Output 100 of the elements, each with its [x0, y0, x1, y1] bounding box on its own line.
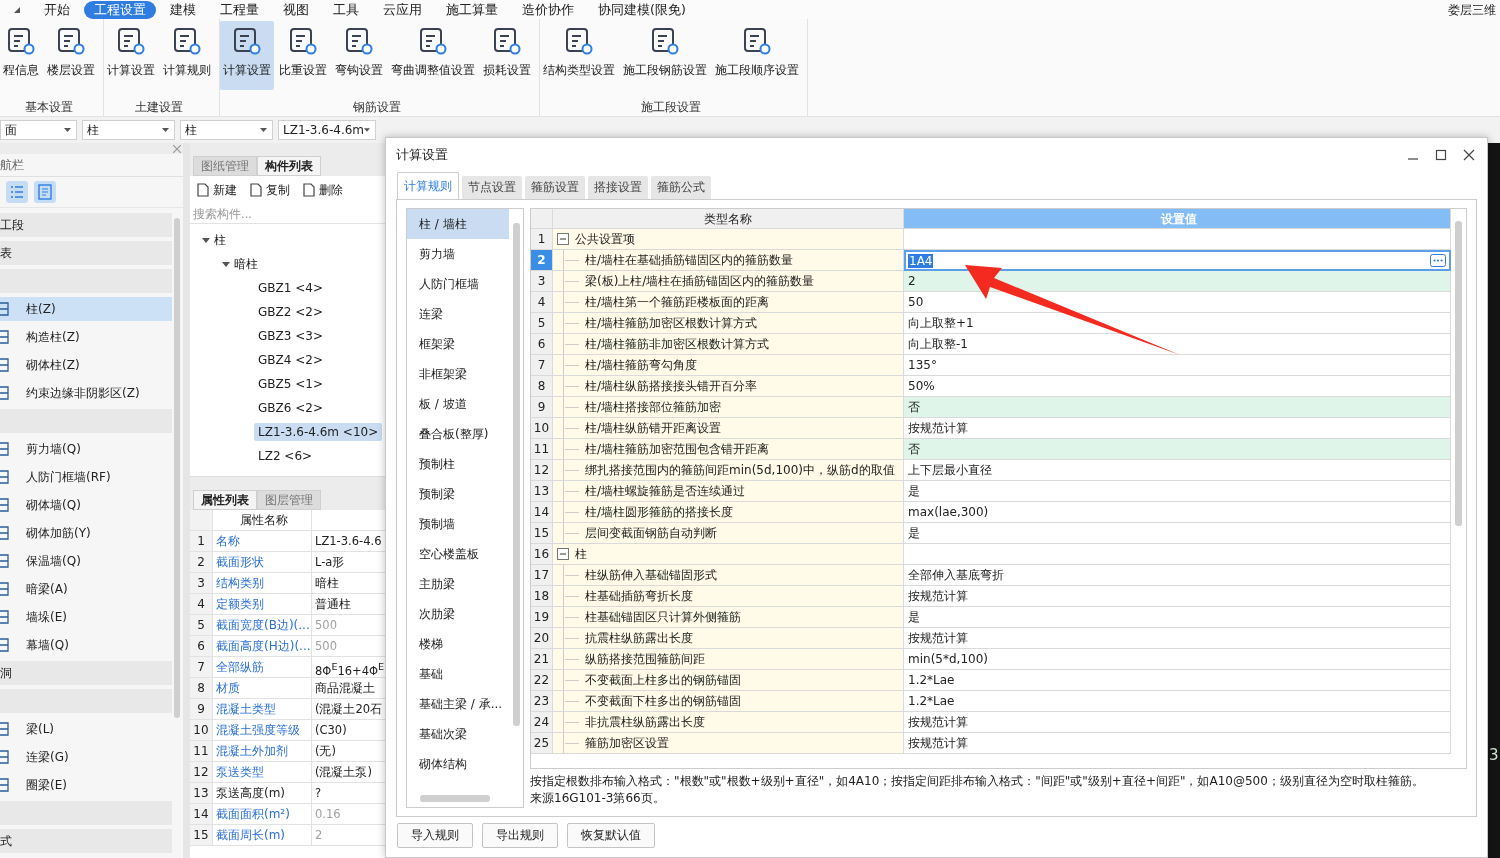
category-item[interactable]: 预制墙 [407, 509, 509, 539]
ribbon-button[interactable]: 结构类型设置 [540, 21, 618, 90]
ribbon-button[interactable]: 弯曲调整值设置 [388, 21, 478, 90]
table-row[interactable]: 5 柱/墙柱箍筋加密区根数计算方式 向上取整+1 [531, 313, 1451, 334]
table-row[interactable]: 10 柱/墙柱纵筋错开距离设置 按规范计算 [531, 418, 1451, 439]
tree-item[interactable]: GBZ1 <4> [254, 279, 327, 297]
setting-value[interactable]: 向上取整-1 [904, 334, 1451, 355]
category-band[interactable]: 洞 [0, 661, 172, 685]
ribbon-button[interactable]: 计算设置 [220, 21, 274, 90]
dialog-tab[interactable]: 搭接设置 [588, 176, 648, 199]
setting-value[interactable]: 按规范计算 [904, 586, 1451, 607]
nav-item[interactable]: 墙垛(E) [0, 605, 172, 629]
menu-tab[interactable]: 工具 [323, 0, 369, 19]
table-row[interactable]: 17 柱纵筋伸入基础锚固形式 全部伸入基底弯折 [531, 565, 1451, 586]
table-row[interactable]: 18 柱基础插筋弯折长度 按规范计算 [531, 586, 1451, 607]
dialog-button[interactable]: 导入规则 [397, 823, 473, 848]
setting-value[interactable]: 否 [904, 439, 1451, 460]
ribbon-button[interactable]: 比重设置 [276, 21, 330, 90]
setting-value[interactable]: 135° [904, 355, 1451, 376]
setting-value[interactable]: 1.2*Lae [904, 670, 1451, 691]
dialog-tab[interactable]: 箍筋公式 [651, 176, 711, 199]
table-row[interactable]: 7 柱/墙柱箍筋弯勾角度 135° [531, 355, 1451, 376]
ribbon-button[interactable]: 楼层设置 [44, 21, 98, 90]
caret-icon[interactable] [202, 236, 210, 244]
scrollbar[interactable] [513, 223, 520, 726]
collapse-icon[interactable] [557, 548, 569, 560]
tree-label[interactable]: 暗柱 [234, 255, 258, 273]
nav-item[interactable]: 剪力墙(Q) [0, 437, 172, 461]
table-row[interactable]: 4 柱/墙柱第一个箍筋距楼板面的距离 50 [531, 292, 1451, 313]
setting-value[interactable]: 2 [904, 271, 1451, 292]
nav-item[interactable]: 连梁(G) [0, 745, 172, 769]
category-band[interactable]: 工段 [0, 213, 172, 237]
setting-value[interactable]: 按规范计算 [904, 733, 1451, 754]
setting-value[interactable]: 是 [904, 607, 1451, 628]
category-item[interactable]: 框架梁 [407, 329, 509, 359]
setting-value[interactable]: 50% [904, 376, 1451, 397]
table-row[interactable]: 21 纵筋搭接范围箍筋间距 min(5*d,100) [531, 649, 1451, 670]
tree-item[interactable]: LZ1-3.6-4.6m <10> [254, 423, 383, 441]
nav-item[interactable]: 圈梁(E) [0, 773, 172, 797]
scrollbar[interactable] [174, 218, 180, 718]
setting-value[interactable]: 否 [904, 397, 1451, 418]
nav-item[interactable]: 砌体墙(Q) [0, 493, 172, 517]
nav-item[interactable]: 幕墙(Q) [0, 633, 172, 657]
nav-item[interactable]: 砌体柱(Z) [0, 353, 172, 377]
category-item[interactable]: 砌体结构 [407, 749, 509, 779]
ribbon-button[interactable]: 程信息 [0, 21, 42, 90]
tree-item[interactable]: GBZ2 <2> [254, 303, 327, 321]
table-row[interactable]: 14 柱/墙柱圆形箍筋的搭接长度 max(lae,300) [531, 502, 1451, 523]
view-label[interactable]: 娄层三维 [1448, 2, 1496, 19]
table-row[interactable]: 6 柱/墙柱箍筋非加密区根数计算方式 向上取整-1 [531, 334, 1451, 355]
ribbon-button[interactable]: 施工段钢筋设置 [620, 21, 710, 90]
nav-item[interactable]: 构造柱(Z) [0, 325, 172, 349]
panel-tab[interactable]: 属性列表 [193, 490, 257, 510]
menu-tab[interactable]: 建模 [160, 0, 206, 19]
menu-tab[interactable]: 工程量 [210, 0, 269, 19]
setting-value[interactable]: 向上取整+1 [904, 313, 1451, 334]
detail-view-icon[interactable] [34, 181, 56, 203]
dialog-button[interactable]: 导出规则 [482, 823, 558, 848]
ribbon-button[interactable]: 计算设置 [104, 21, 158, 90]
setting-value[interactable]: 1.2*Lae [904, 691, 1451, 712]
table-row[interactable]: 24 非抗震柱纵筋露出长度 按规范计算 [531, 712, 1451, 733]
category-item[interactable]: 楼梯 [407, 629, 509, 659]
menu-tab[interactable]: 施工算量 [436, 0, 508, 19]
table-row[interactable]: 9 柱/墙柱搭接部位箍筋加密 否 [531, 397, 1451, 418]
dropdown[interactable]: 面 [0, 120, 77, 140]
tree-item[interactable]: GBZ4 <2> [254, 351, 327, 369]
tree-item[interactable]: GBZ3 <3> [254, 327, 327, 345]
dropdown[interactable]: 柱 [180, 120, 273, 140]
table-row[interactable]: 25 箍筋加密区设置 按规范计算 [531, 733, 1451, 754]
menu-tab[interactable]: 协同建模(限免) [588, 0, 696, 19]
nav-item[interactable]: 保温墙(Q) [0, 549, 172, 573]
setting-value[interactable]: max(lae,300) [904, 502, 1451, 523]
nav-item[interactable]: 梁(L) [0, 717, 172, 741]
category-item[interactable]: 柱 / 墙柱 [407, 209, 509, 239]
dialog-tab[interactable]: 箍筋设置 [525, 176, 585, 199]
scrollbar[interactable] [420, 795, 490, 802]
table-row[interactable]: 3 梁(板)上柱/墙柱在插筋锚固区内的箍筋数量 2 [531, 271, 1451, 292]
table-row[interactable]: 15 层间变截面钢筋自动判断 是 [531, 523, 1451, 544]
tree-item[interactable]: GBZ5 <1> [254, 375, 327, 393]
menu-tab[interactable]: 视图 [273, 0, 319, 19]
category-item[interactable]: 基础 [407, 659, 509, 689]
ribbon-button[interactable]: 计算规则 [160, 21, 214, 90]
tree-item[interactable]: GBZ6 <2> [254, 399, 327, 417]
setting-value[interactable]: 按规范计算 [904, 712, 1451, 733]
panel-tab[interactable]: 构件列表 [257, 156, 321, 176]
nav-item[interactable]: 柱(Z) [0, 297, 172, 321]
dialog-button[interactable]: 恢复默认值 [567, 823, 655, 848]
table-row[interactable]: 22 不变截面上柱多出的钢筋锚固 1.2*Lae [531, 670, 1451, 691]
menu-tab[interactable]: 工程设置 [84, 0, 156, 19]
menu-tab[interactable]: 开始 [34, 0, 80, 19]
dialog-tab[interactable]: 计算规则 [397, 172, 459, 199]
category-item[interactable]: 人防门框墙 [407, 269, 509, 299]
list-view-icon[interactable] [6, 181, 28, 203]
panel-tab[interactable]: 图层管理 [257, 490, 321, 510]
caret-icon[interactable] [222, 260, 230, 268]
ribbon-button[interactable]: 弯钩设置 [332, 21, 386, 90]
nav-item[interactable]: 约束边缘非阴影区(Z) [0, 381, 172, 405]
category-item[interactable]: 基础次梁 [407, 719, 509, 749]
collapse-icon[interactable] [557, 233, 569, 245]
table-row[interactable]: 13 柱/墙柱螺旋箍筋是否连续通过 是 [531, 481, 1451, 502]
